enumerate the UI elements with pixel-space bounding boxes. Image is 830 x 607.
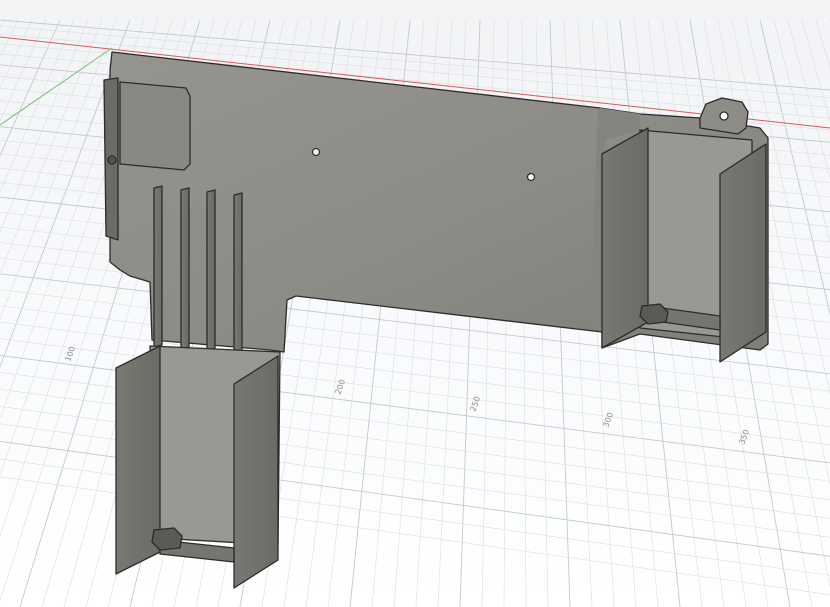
- plate-hole-icon: [311, 147, 321, 157]
- rib: [180, 187, 190, 350]
- side-pin-icon: [107, 155, 117, 165]
- rib: [206, 189, 216, 352]
- plate-hole-icon: [526, 172, 536, 182]
- lower-bracket-right-wall[interactable]: [233, 355, 279, 589]
- right-bracket-nut: [639, 303, 669, 325]
- tab-hole-icon: [719, 111, 729, 121]
- 3d-viewport[interactable]: 100 150 200 250 300 350: [0, 0, 830, 607]
- rib: [153, 185, 163, 348]
- right-bracket-right-wall[interactable]: [719, 143, 767, 363]
- rib: [233, 192, 243, 355]
- raised-pad: [119, 81, 191, 171]
- lower-bracket-nut: [151, 527, 183, 551]
